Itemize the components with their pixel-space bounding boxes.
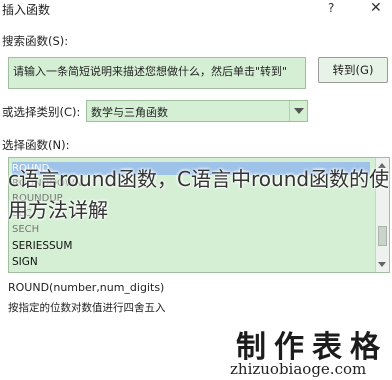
watermark-logo: 制作表格 xyxy=(236,330,388,365)
function-item-sign[interactable]: SIGN xyxy=(12,256,370,269)
function-item-seriessum[interactable]: SERIESSUM xyxy=(12,240,370,253)
dialog-title: 插入函数 xyxy=(2,3,51,17)
overlay-caption: c语言round函数，C语言中round函数的使用方法详解 xyxy=(8,167,390,222)
search-label: 搜索函数(S): xyxy=(2,34,69,48)
go-button[interactable]: 转到(G) xyxy=(318,57,388,83)
function-list-label: 选择函数(N): xyxy=(2,138,70,152)
function-syntax: ROUND(number,num_digits) xyxy=(8,281,165,294)
category-value: 数学与三角函数 xyxy=(91,106,168,119)
watermark-url: zhizuobiaoge.com xyxy=(230,360,367,378)
category-select[interactable]: 数学与三角函数 xyxy=(86,100,308,122)
title-bar: 插入函数 ? ✕ xyxy=(0,0,392,22)
category-label: 或选择类别(C): xyxy=(2,105,81,119)
search-input[interactable]: 请输入一条简短说明来描述您想做什么，然后单击"转到" xyxy=(8,57,306,89)
scroll-thumb[interactable] xyxy=(378,226,387,246)
chevron-down-icon[interactable] xyxy=(289,101,307,121)
function-description: 按指定的位数对数值进行四舍五入 xyxy=(8,302,166,314)
help-button[interactable]: ? xyxy=(328,1,334,15)
close-button[interactable]: ✕ xyxy=(370,0,382,16)
scroll-down-icon[interactable] xyxy=(378,260,387,269)
